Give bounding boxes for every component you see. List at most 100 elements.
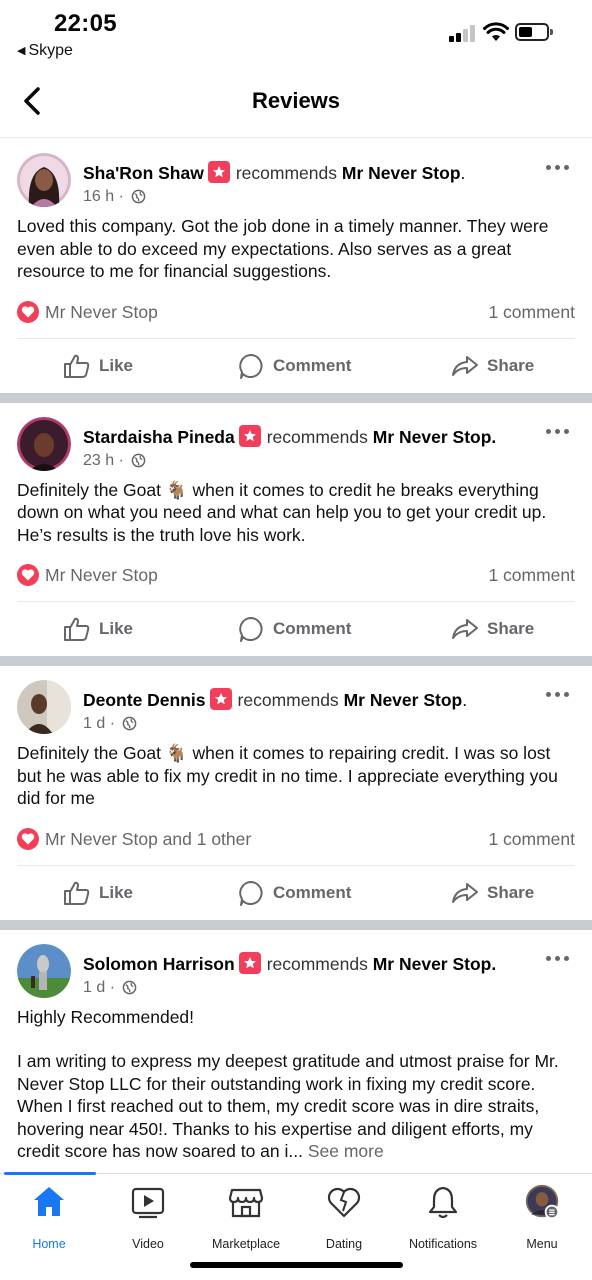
- nav-header: Reviews: [0, 70, 592, 138]
- share-button[interactable]: Share: [451, 339, 534, 393]
- post-actions: Like Comment Share: [0, 602, 592, 656]
- recommends-text: recommends: [235, 163, 337, 183]
- share-icon: [452, 882, 478, 903]
- reactions-label[interactable]: Mr Never Stop: [45, 302, 158, 323]
- post-author-line: Solomon Harrison recommends Mr Never Stop…: [83, 951, 497, 975]
- avatar[interactable]: [17, 153, 71, 207]
- comment-count[interactable]: 1 comment: [488, 302, 575, 323]
- review-text: Definitely the Goat 🐐 when it comes to c…: [17, 479, 547, 545]
- like-button[interactable]: Like: [63, 602, 133, 656]
- active-tab-indicator: [4, 1172, 96, 1175]
- post-meta: 1 d ·: [83, 715, 137, 733]
- post-time: 23 h: [83, 451, 115, 469]
- comment-icon: [239, 617, 263, 642]
- share-button[interactable]: Share: [451, 602, 534, 656]
- globe-icon: [132, 453, 146, 467]
- author-name[interactable]: Deonte Dennis: [83, 690, 206, 710]
- share-icon: [452, 619, 478, 639]
- tab-video[interactable]: Video: [100, 1184, 196, 1251]
- author-name[interactable]: Sha'Ron Shaw: [83, 163, 204, 183]
- heart-reaction-icon: [17, 564, 39, 586]
- share-label: Share: [487, 355, 535, 375]
- home-indicator[interactable]: [190, 1262, 403, 1268]
- more-options-icon[interactable]: [546, 952, 572, 966]
- home-icon: [34, 1187, 64, 1216]
- review-text: I am writing to express my deepest grati…: [17, 1051, 559, 1161]
- share-label: Share: [487, 882, 535, 902]
- avatar[interactable]: [17, 416, 71, 471]
- battery-icon: [515, 23, 553, 41]
- like-icon: [64, 881, 90, 905]
- reaction-summary: Mr Never Stop 1 comment: [17, 283, 575, 339]
- recommends-text: recommends: [237, 690, 339, 710]
- tab-label: Menu: [526, 1237, 558, 1251]
- comment-label: Comment: [273, 355, 352, 375]
- recommend-icon: [238, 424, 261, 447]
- wifi-icon: [483, 22, 509, 41]
- tab-marketplace[interactable]: Marketplace: [198, 1184, 294, 1251]
- comment-count[interactable]: 1 comment: [488, 829, 575, 850]
- post-meta: 16 h ·: [83, 188, 146, 206]
- post-meta: 1 d ·: [83, 979, 137, 997]
- post-author-line: Stardaisha Pineda recommends Mr Never Sto…: [83, 424, 497, 448]
- like-icon: [64, 354, 90, 378]
- comment-button[interactable]: Comment: [237, 866, 351, 920]
- back-triangle-icon: ◀: [17, 45, 26, 57]
- like-button[interactable]: Like: [63, 339, 133, 393]
- post-separator: [0, 656, 592, 666]
- comment-button[interactable]: Comment: [237, 602, 351, 656]
- reviews-feed[interactable]: Sha'Ron Shaw recommends Mr Never Stop. 16…: [0, 139, 592, 1173]
- tab-label: Dating: [325, 1237, 363, 1251]
- post-time: 1 d: [83, 978, 106, 996]
- tab-label: Notifications: [408, 1237, 478, 1251]
- page-title: Reviews: [251, 88, 341, 113]
- author-name[interactable]: Stardaisha Pineda: [83, 427, 235, 447]
- avatar[interactable]: [17, 680, 71, 734]
- page-name[interactable]: Mr Never Stop.: [373, 954, 497, 974]
- comment-count[interactable]: 1 comment: [488, 565, 575, 586]
- more-options-icon[interactable]: [546, 688, 572, 702]
- reactions-label[interactable]: Mr Never Stop and 1 other: [45, 829, 251, 850]
- tab-notifications[interactable]: Notifications: [395, 1184, 491, 1251]
- more-options-icon[interactable]: [546, 161, 572, 175]
- tab-dating[interactable]: Dating: [296, 1184, 392, 1251]
- post-time: 16 h: [83, 188, 115, 205]
- tab-menu[interactable]: Menu: [494, 1184, 590, 1251]
- heart-reaction-icon: [17, 300, 39, 323]
- more-options-icon[interactable]: [546, 425, 572, 439]
- status-time: 22:05: [54, 10, 117, 37]
- see-more-link[interactable]: See more: [308, 1141, 384, 1161]
- post-actions: Like Comment Share: [0, 866, 592, 920]
- share-icon: [452, 355, 478, 376]
- video-icon: [131, 1187, 165, 1219]
- avatar[interactable]: [17, 943, 71, 998]
- globe-icon: [123, 980, 137, 994]
- share-label: Share: [487, 619, 535, 638]
- page-name[interactable]: Mr Never Stop: [344, 690, 463, 710]
- author-name[interactable]: Solomon Harrison: [83, 954, 235, 974]
- review-title: Highly Recommended!: [17, 1006, 195, 1027]
- like-icon: [64, 617, 90, 641]
- page-name[interactable]: Mr Never Stop.: [373, 427, 497, 447]
- status-bar: 22:05 ◀ Skype: [0, 0, 592, 70]
- recommend-icon: [238, 951, 261, 974]
- tab-home[interactable]: Home: [1, 1184, 97, 1251]
- comment-button[interactable]: Comment: [237, 339, 351, 393]
- back-to-app-link[interactable]: ◀ Skype: [17, 42, 73, 60]
- like-button[interactable]: Like: [63, 866, 133, 920]
- post-author-line: Sha'Ron Shaw recommends Mr Never Stop.: [83, 161, 466, 183]
- recommends-text: recommends: [266, 953, 368, 974]
- recommends-text: recommends: [266, 426, 368, 447]
- reactions-label[interactable]: Mr Never Stop: [45, 565, 158, 586]
- post-separator: [0, 392, 592, 403]
- tab-label: Home: [32, 1237, 66, 1251]
- bell-icon: [428, 1186, 458, 1219]
- comment-label: Comment: [273, 619, 352, 638]
- page-name[interactable]: Mr Never Stop: [342, 163, 461, 183]
- recommend-icon: [209, 688, 232, 710]
- post-actions: Like Comment Share: [0, 339, 592, 393]
- comment-label: Comment: [273, 882, 352, 902]
- marketplace-icon: [228, 1188, 264, 1218]
- reaction-summary: Mr Never Stop 1 comment: [17, 546, 575, 602]
- share-button[interactable]: Share: [451, 866, 534, 920]
